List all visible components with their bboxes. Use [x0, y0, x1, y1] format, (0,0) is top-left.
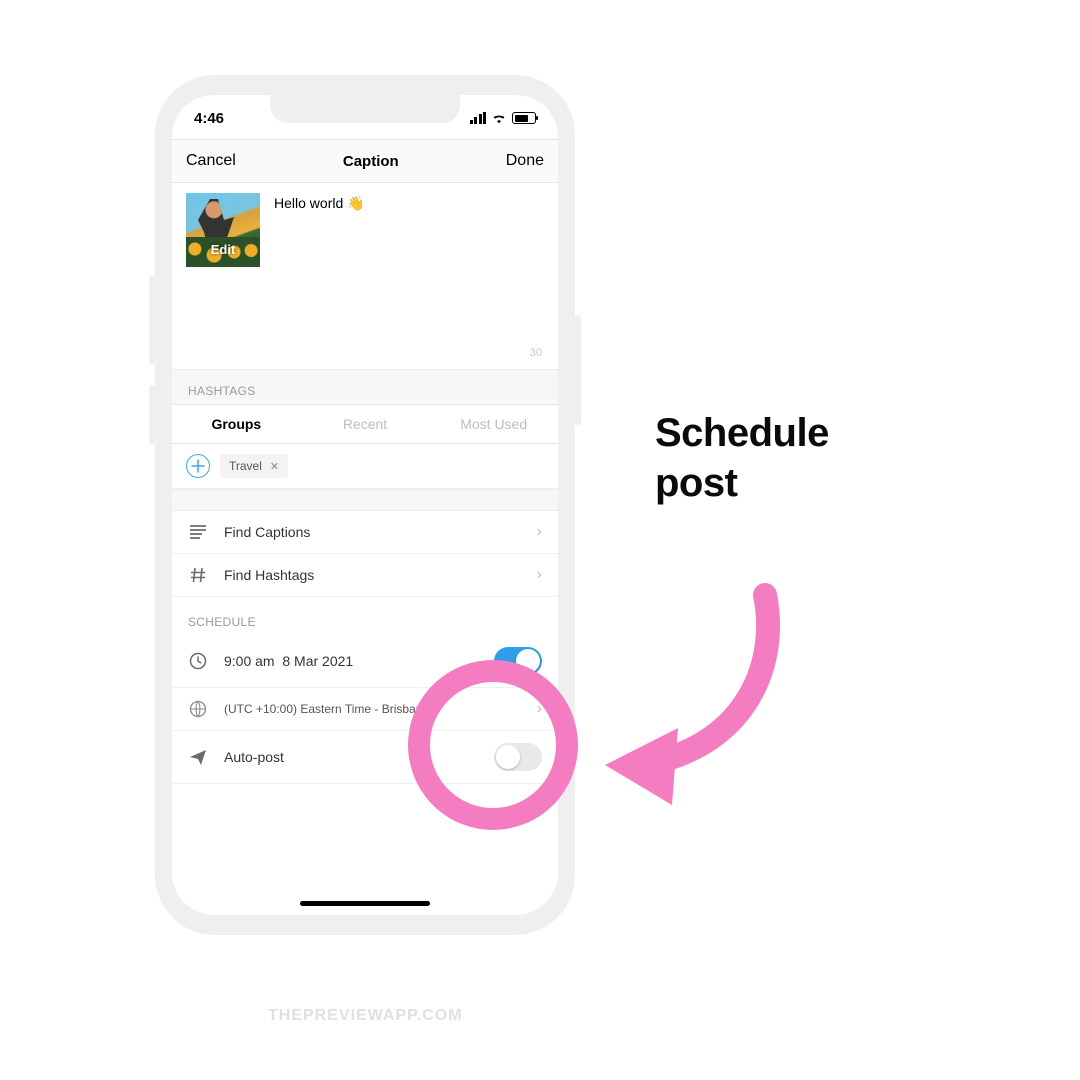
home-indicator — [300, 901, 430, 906]
post-thumbnail[interactable]: Edit — [186, 193, 260, 267]
done-button[interactable]: Done — [506, 152, 544, 170]
autopost-row[interactable]: Auto-post — [172, 731, 558, 784]
hashtags-section-label: HASHTAGS — [172, 369, 558, 404]
section-spacer — [172, 489, 558, 511]
globe-icon — [188, 700, 208, 718]
thumbnail-edit-label: Edit — [186, 242, 260, 257]
nav-bar: Cancel Caption Done — [172, 139, 558, 183]
cancel-button[interactable]: Cancel — [186, 152, 236, 170]
plus-icon — [191, 459, 205, 473]
hashtag-tabs: Groups Recent Most Used — [172, 404, 558, 444]
timezone-row[interactable]: (UTC +10:00) Eastern Time - Brisbane › — [172, 688, 558, 731]
chip-label: Travel — [229, 459, 262, 473]
wifi-icon — [491, 112, 507, 124]
chevron-right-icon: › — [537, 566, 542, 584]
add-hashtag-group-button[interactable] — [186, 454, 210, 478]
chevron-right-icon: › — [537, 523, 542, 541]
find-hashtags-label: Find Hashtags — [224, 567, 521, 583]
cellular-icon — [470, 112, 487, 124]
schedule-toggle[interactable] — [494, 647, 542, 675]
battery-icon — [512, 112, 536, 124]
schedule-section-label: SCHEDULE — [172, 597, 558, 635]
find-captions-label: Find Captions — [224, 524, 521, 540]
schedule-datetime-label: 9:00 am 8 Mar 2021 — [224, 653, 478, 669]
hashtag-chip-row: Travel ✕ — [172, 444, 558, 489]
autopost-toggle[interactable] — [494, 743, 542, 771]
tab-groups[interactable]: Groups — [172, 405, 301, 443]
char-counter: 30 — [172, 343, 558, 369]
schedule-time-row[interactable]: 9:00 am 8 Mar 2021 — [172, 635, 558, 688]
schedule-time-value: 9:00 am — [224, 653, 275, 669]
list-icon — [188, 525, 208, 539]
annotation-text: Schedule post — [655, 408, 829, 508]
chevron-right-icon: › — [537, 700, 542, 718]
annotation-line1: Schedule — [655, 408, 829, 458]
schedule-date-value: 8 Mar 2021 — [282, 653, 353, 669]
chip-remove-icon[interactable]: ✕ — [270, 460, 279, 473]
find-hashtags-row[interactable]: Find Hashtags › — [172, 554, 558, 597]
status-time: 4:46 — [194, 110, 224, 127]
annotation-line2: post — [655, 458, 829, 508]
timezone-label: (UTC +10:00) Eastern Time - Brisbane — [224, 702, 521, 716]
find-captions-row[interactable]: Find Captions › — [172, 511, 558, 554]
annotation-arrow-icon — [570, 560, 810, 820]
caption-input[interactable]: Hello world 👋 — [274, 193, 365, 337]
clock-icon — [188, 652, 208, 670]
tab-recent[interactable]: Recent — [301, 405, 430, 443]
status-icons — [470, 112, 537, 124]
caption-editor: Edit Hello world 👋 — [172, 183, 558, 343]
page-title: Caption — [343, 153, 399, 170]
phone-screen: 4:46 Cancel Caption Done Edit Hello worl… — [172, 95, 558, 915]
tab-most-used[interactable]: Most Used — [429, 405, 558, 443]
phone-mockup: 4:46 Cancel Caption Done Edit Hello worl… — [155, 75, 575, 935]
watermark: THEPREVIEWAPP.COM — [268, 1007, 463, 1025]
hashtag-icon — [188, 567, 208, 583]
phone-notch — [270, 95, 460, 123]
hashtag-chip-travel[interactable]: Travel ✕ — [220, 454, 288, 478]
send-icon — [188, 749, 208, 765]
autopost-label: Auto-post — [224, 749, 478, 765]
